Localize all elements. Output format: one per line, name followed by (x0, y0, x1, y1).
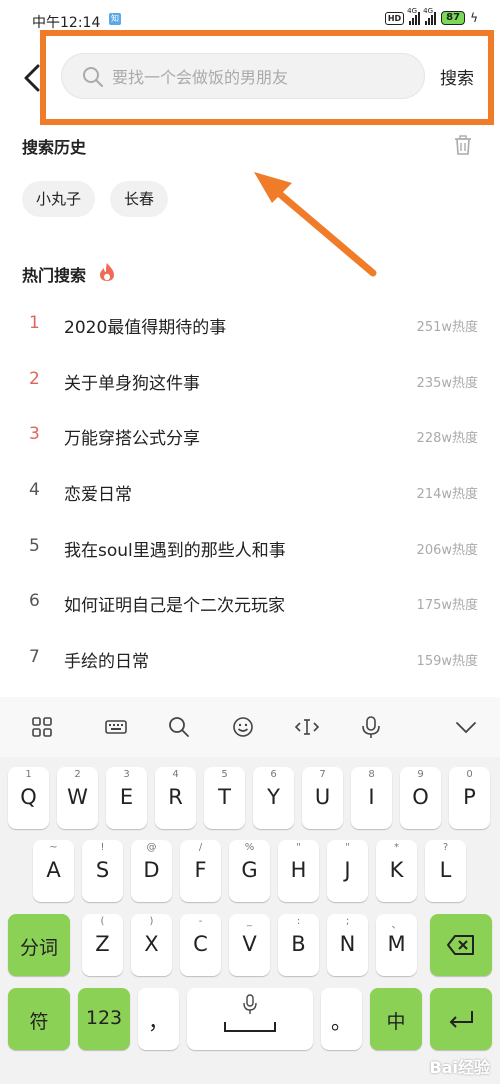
key-b[interactable]: :B (278, 914, 319, 976)
key-r[interactable]: 4R (155, 767, 196, 829)
key-v[interactable]: _ V (229, 914, 270, 976)
symbol-key[interactable]: 符 (8, 988, 70, 1050)
period-key[interactable]: 。 (321, 988, 362, 1050)
microphone-icon[interactable] (357, 713, 385, 741)
watermark-logo: Bai经验 (429, 1058, 490, 1077)
battery-icon: 87 (441, 11, 466, 25)
key-p[interactable]: 0P (449, 767, 490, 829)
key-w[interactable]: 2W (57, 767, 98, 829)
backspace-key[interactable] (430, 914, 492, 976)
hot-text: 如何证明自己是个二次元玩家 (64, 596, 285, 617)
history-chip[interactable]: 小丸子 (22, 181, 96, 217)
app-notification-icon: 知 (109, 13, 121, 25)
key-n[interactable]: ; N (327, 914, 368, 976)
key-i[interactable]: 8I (351, 767, 392, 829)
key-c[interactable]: -C (180, 914, 221, 976)
hot-search-title: 热门搜索 (22, 266, 87, 285)
key-g[interactable]: % G (229, 840, 270, 902)
space-key[interactable] (187, 988, 313, 1050)
key-y[interactable]: 6Y (253, 767, 294, 829)
hot-rank: 7 (29, 647, 40, 668)
key-f[interactable]: / F (180, 840, 221, 902)
key-e[interactable]: 3E (106, 767, 147, 829)
hot-heat: 235w热度 (416, 375, 478, 391)
key-d[interactable]: @ D (131, 840, 172, 902)
key-o[interactable]: 9O (400, 767, 441, 829)
status-time: 中午12:14 (32, 15, 101, 31)
signal-icon: 4G (407, 7, 421, 25)
key-j[interactable]: " J (327, 840, 368, 902)
space-bar-icon (224, 1022, 276, 1032)
charging-icon: ϟ (470, 11, 478, 25)
hot-item[interactable]: 5 我在soul里遇到的那些人和事 206w热度 (0, 519, 500, 575)
hot-rank: 6 (29, 591, 40, 612)
signal-icon-2: 4G (423, 7, 437, 25)
comma-key[interactable]: ， (138, 988, 179, 1050)
hot-text: 我在soul里遇到的那些人和事 (64, 540, 286, 561)
fire-icon (100, 263, 114, 281)
hot-rank: 3 (29, 424, 40, 445)
chevron-down-icon[interactable] (452, 713, 480, 741)
search-icon[interactable] (165, 713, 193, 741)
hot-heat: 206w热度 (416, 542, 478, 558)
keyboard: 1Q 2W 3E 4R 5T 6Y 7U 8I 9O 0P ~ A ! S @ D /… (0, 697, 500, 1084)
hot-item[interactable]: 6 如何证明自己是个二次元玩家 175w热度 (0, 574, 500, 630)
history-chip[interactable]: 长春 (110, 181, 169, 217)
highlight-box (40, 30, 494, 125)
key-s[interactable]: ! S (82, 840, 123, 902)
key-u[interactable]: 7U (302, 767, 343, 829)
key-x[interactable]: ) X (131, 914, 172, 976)
hot-search-list: 1 2020最值得期待的事 251w热度 2 关于单身狗这件事 235w热度 3… (0, 296, 500, 686)
keyboard-toolbar (0, 697, 500, 757)
search-history-title: 搜索历史 (22, 138, 87, 157)
key-k[interactable]: * K (376, 840, 417, 902)
key-z[interactable]: (Z (82, 914, 123, 976)
hot-rank: 1 (29, 313, 40, 333)
hot-rank: 2 (29, 368, 40, 389)
hot-heat: 175w热度 (416, 598, 478, 614)
hot-text: 万能穿搭公式分享 (64, 429, 200, 450)
hot-heat: 251w热度 (416, 320, 478, 335)
hd-badge: HD (384, 11, 405, 25)
chinese-mode-key[interactable]: 中 (370, 988, 422, 1050)
hot-item[interactable]: 3 万能穿搭公式分享 228w热度 (0, 407, 500, 463)
hot-text: 恋爱日常 (64, 485, 132, 506)
microphone-icon (243, 994, 257, 1014)
hot-heat: 228w热度 (416, 431, 478, 447)
backspace-icon (447, 935, 474, 955)
emoji-icon[interactable] (229, 713, 257, 741)
keyboard-layout-icon[interactable] (102, 713, 130, 741)
hot-item[interactable]: 2 关于单身狗这件事 235w热度 (0, 352, 500, 408)
enter-icon (449, 1011, 473, 1028)
key-h[interactable]: " H (278, 840, 319, 902)
enter-key[interactable] (430, 988, 492, 1050)
hot-item[interactable]: 7 手绘的日常 159w热度 (0, 630, 500, 686)
segment-button[interactable]: 分词 (8, 914, 70, 976)
key-t[interactable]: 5T (204, 767, 245, 829)
hot-rank: 4 (29, 480, 40, 501)
hot-text: 2020最值得期待的事 (64, 318, 227, 338)
key-m[interactable]: 、 M (376, 914, 417, 976)
key-q[interactable]: 1Q (8, 767, 49, 829)
hot-heat: 159w热度 (416, 654, 478, 670)
grid-apps-icon[interactable] (28, 713, 56, 741)
number-key[interactable]: 123 (78, 988, 130, 1050)
hot-item[interactable]: 4 恋爱日常 214w热度 (0, 463, 500, 519)
key-a[interactable]: ~ A (33, 840, 74, 902)
hot-item[interactable]: 1 2020最值得期待的事 251w热度 (0, 296, 500, 352)
history-chips: 小丸子 长春 (22, 181, 169, 217)
trash-icon[interactable] (452, 134, 474, 156)
hot-rank: 5 (29, 535, 40, 556)
hot-text: 手绘的日常 (64, 652, 149, 673)
hot-text: 关于单身狗这件事 (64, 373, 200, 394)
cursor-move-icon[interactable] (293, 713, 321, 741)
key-l[interactable]: ? L (425, 840, 466, 902)
hot-heat: 214w热度 (416, 487, 478, 503)
status-indicators: HD 4G 4G 87 ϟ (384, 7, 478, 25)
